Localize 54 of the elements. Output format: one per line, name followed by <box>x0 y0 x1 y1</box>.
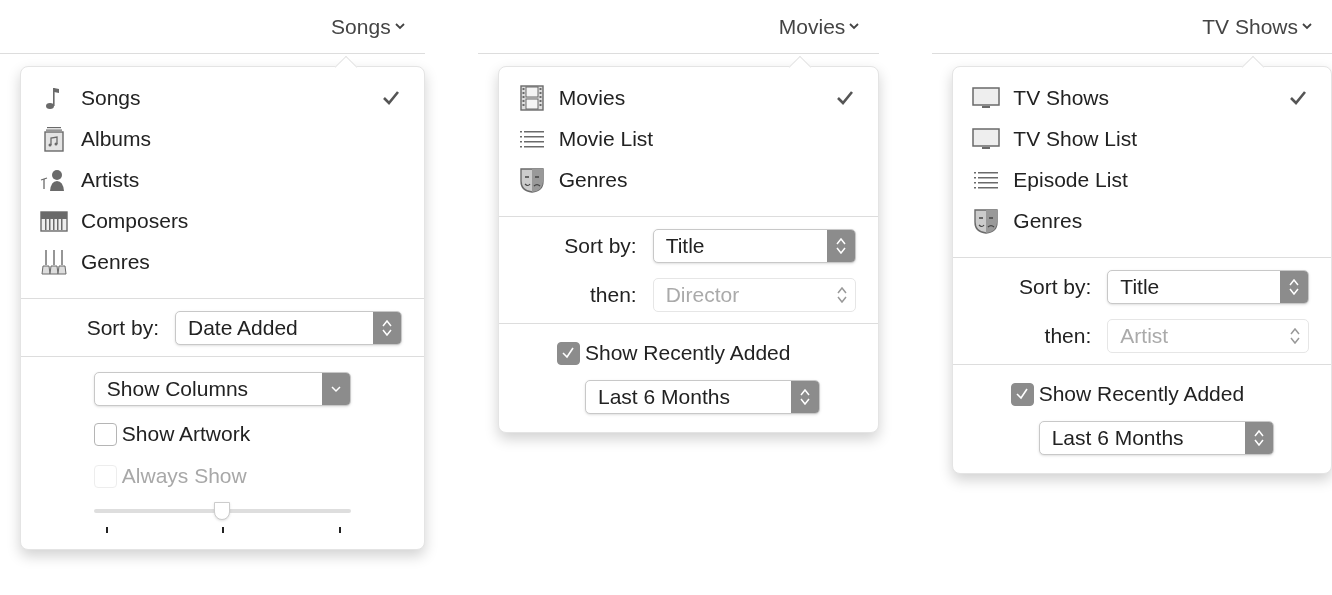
view-menu-button[interactable]: Songs <box>331 10 405 43</box>
checkbox[interactable] <box>1010 382 1034 406</box>
period-select[interactable]: Last 6 Months <box>585 380 820 414</box>
theater-masks-icon <box>972 207 1001 234</box>
checkbox[interactable] <box>93 422 117 446</box>
checkbox-label: Show Recently Added <box>1038 381 1245 408</box>
film-strip-icon <box>517 84 546 111</box>
sort-label: Sort by: <box>85 314 159 341</box>
sort-label: then: <box>588 281 637 308</box>
view-option[interactable]: Genres <box>1013 204 1289 237</box>
view-option[interactable]: Composers <box>81 204 382 237</box>
up-down-arrows-icon <box>1290 326 1300 345</box>
view-option[interactable]: Movies <box>558 81 837 114</box>
view-menu-button[interactable]: TV Shows <box>1202 10 1312 43</box>
monitor-icon <box>972 125 1001 152</box>
up-down-arrows-icon <box>1253 429 1264 447</box>
sort-label: Sort by: <box>1017 273 1092 300</box>
slider[interactable] <box>93 501 351 521</box>
sort-select[interactable]: Title <box>1107 269 1309 304</box>
checkbox-label: Show Recently Added <box>585 340 791 367</box>
monitor-icon <box>972 84 1001 111</box>
view-option[interactable]: Movie List <box>558 122 837 155</box>
guitars-icon <box>40 248 68 275</box>
up-down-arrows-icon <box>837 285 848 304</box>
view-menu-button[interactable]: Movies <box>778 10 860 43</box>
period-select[interactable]: Last 6 Months <box>1038 421 1274 455</box>
up-down-arrows-icon <box>800 388 810 406</box>
checkbox-label: Show Artwork <box>121 421 251 448</box>
sort-label: Sort by: <box>563 232 637 259</box>
view-option[interactable]: Artists <box>81 163 382 196</box>
view-option[interactable]: Genres <box>558 163 837 196</box>
sort-select[interactable]: Title <box>652 228 857 263</box>
view-option[interactable]: Albums <box>81 122 382 155</box>
sort-label: then: <box>1043 322 1092 349</box>
chevron-down-icon <box>1302 23 1312 30</box>
checkbox-label: Always Show <box>121 463 247 490</box>
sort-select[interactable]: Date Added <box>175 310 402 345</box>
columns-select[interactable]: Show Columns <box>93 372 351 406</box>
chevron-down-icon <box>849 23 860 30</box>
up-down-arrows-icon <box>1289 277 1299 296</box>
view-option[interactable]: Songs <box>81 81 382 114</box>
chevron-down-icon <box>394 23 405 30</box>
chevron-down-icon <box>330 385 341 393</box>
view-option[interactable]: Genres <box>81 245 382 278</box>
check-icon <box>1015 387 1030 401</box>
slider-thumb[interactable] <box>214 502 231 520</box>
checkbox[interactable] <box>557 341 580 365</box>
up-down-arrows-icon <box>381 318 392 337</box>
up-down-arrows-icon <box>836 236 847 255</box>
view-option[interactable]: TV Shows <box>1013 81 1289 114</box>
view-option[interactable]: TV Show List <box>1013 122 1289 155</box>
check-icon <box>561 346 576 360</box>
theater-masks-icon <box>517 166 546 193</box>
view-option[interactable]: Episode List <box>1013 163 1289 196</box>
